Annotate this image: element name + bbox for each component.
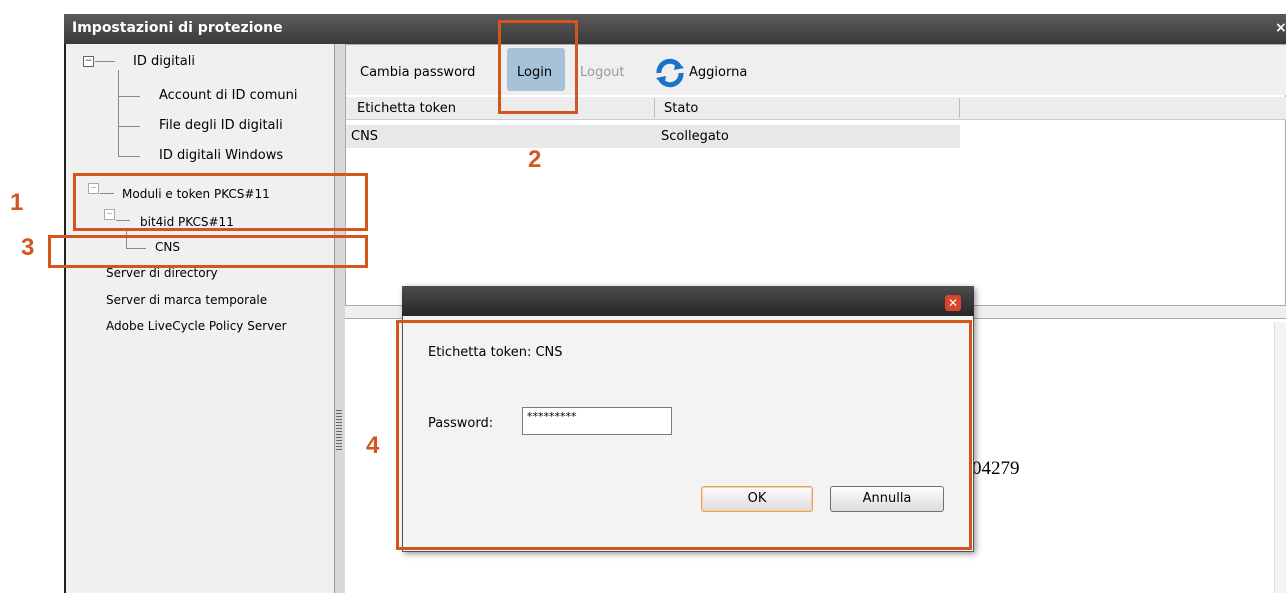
close-icon[interactable]: ✕	[945, 295, 961, 311]
column-header-token-label[interactable]: Etichetta token	[357, 101, 456, 116]
tree-item-timestamp-servers[interactable]: Server di marca temporale	[106, 293, 267, 307]
annotation-number-2: 2	[528, 146, 542, 173]
tree-item-directory-servers[interactable]: Server di directory	[106, 266, 218, 280]
tree-connector	[118, 96, 140, 97]
tree-item-shared-id-accounts[interactable]: Account di ID comuni	[159, 88, 297, 103]
change-password-button[interactable]: Cambia password	[360, 65, 475, 80]
dialog-titlebar[interactable]	[402, 286, 974, 316]
details-scrollbar[interactable]	[1274, 322, 1286, 593]
window-close-icon[interactable]: ×	[1275, 20, 1286, 36]
background-text: 04279	[972, 458, 1020, 479]
annotation-box-3	[48, 235, 368, 268]
annotation-number-1: 1	[10, 189, 24, 216]
token-label-cell: CNS	[351, 129, 379, 144]
refresh-button[interactable]: Aggiorna	[689, 65, 747, 80]
annotation-box-2	[498, 20, 578, 114]
token-toolbar	[346, 45, 1286, 95]
table-row[interactable]	[346, 125, 960, 148]
refresh-icon[interactable]	[654, 57, 686, 89]
tree-item-livecycle-server[interactable]: Adobe LiveCycle Policy Server	[106, 319, 287, 333]
collapse-digital-ids-icon[interactable]: −	[83, 56, 94, 67]
tree-item-windows-digital-ids[interactable]: ID digitali Windows	[159, 148, 283, 163]
annotation-box-1	[73, 173, 368, 231]
tree-connector	[118, 70, 119, 156]
column-separator[interactable]	[959, 98, 960, 118]
splitter-grip-icon[interactable]	[336, 410, 342, 450]
tree-connector	[118, 126, 140, 127]
tree-item-digital-ids[interactable]: ID digitali	[133, 54, 195, 69]
token-status-cell: Scollegato	[661, 129, 729, 144]
window-title: Impostazioni di protezione	[72, 20, 283, 36]
annotation-number-3: 3	[21, 234, 35, 261]
tree-connector	[118, 156, 140, 157]
annotation-number-4: 4	[366, 432, 380, 459]
table-header	[346, 97, 1286, 120]
column-separator[interactable]	[654, 98, 655, 118]
tree-connector	[95, 61, 115, 62]
tree-item-digital-id-files[interactable]: File degli ID digitali	[159, 118, 283, 133]
column-header-status[interactable]: Stato	[664, 101, 698, 116]
pane-splitter[interactable]	[334, 44, 345, 593]
logout-button[interactable]: Logout	[580, 65, 625, 80]
annotation-box-4	[396, 320, 972, 550]
